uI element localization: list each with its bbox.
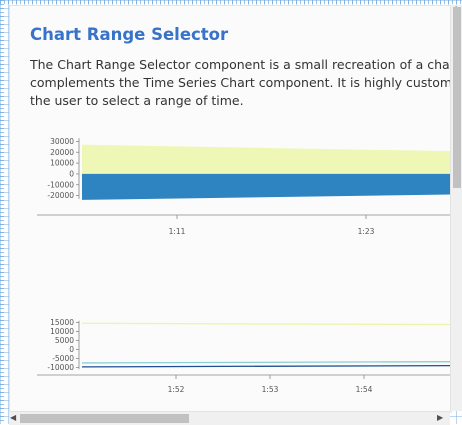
y-tick-label: 15000 [50, 318, 74, 327]
y-tick-label: 20000 [50, 148, 74, 157]
y-tick-label: 0 [69, 345, 74, 354]
line-series-1 [81, 322, 451, 326]
line-series-3 [81, 364, 451, 368]
x-tick-label: 1:23 [358, 227, 375, 236]
left-ruler [0, 0, 4, 424]
top-ruler [0, 0, 462, 4]
y-tick-label: -5000 [52, 354, 74, 363]
y-tick-label: -10000 [47, 180, 74, 189]
scroll-right-icon[interactable]: ▶ [437, 413, 443, 423]
y-tick-label: 30000 [50, 137, 74, 146]
vertical-scrollbar[interactable]: ▲ [450, 4, 462, 411]
page-description: The Chart Range Selector component is a … [30, 57, 452, 108]
area-series-1 [82, 144, 451, 174]
x-tick-label: 1:53 [262, 385, 279, 394]
y-tick-label: -20000 [47, 191, 74, 200]
content-area: Chart Range Selector The Chart Range Sel… [30, 24, 452, 110]
y-tick-label: 10000 [50, 159, 74, 168]
x-tick-label: 1:52 [168, 385, 185, 394]
vertical-scrollbar-thumb[interactable] [453, 7, 461, 188]
y-tick-label: 5000 [55, 336, 74, 345]
y-tick-label: 0 [69, 170, 74, 179]
y-tick-label: 10000 [50, 327, 74, 336]
x-tick-label: 1:11 [169, 227, 186, 236]
range-selector-area-chart[interactable]: 30000 20000 10000 0-10000 -20000 1:11 1:23 [10, 126, 451, 236]
range-selector-line-chart[interactable]: 150001000050000-5000-10000 1:52 1:53 1:54 [10, 311, 451, 401]
horizontal-scrollbar[interactable]: ◀ ▶ [9, 411, 450, 425]
content-panel: Chart Range Selector The Chart Range Sel… [9, 5, 452, 413]
area-series-2 [82, 173, 451, 200]
x-tick-label: 1:54 [356, 385, 373, 394]
line-series-2 [81, 361, 451, 364]
page-title: Chart Range Selector [30, 25, 229, 44]
y-tick-label: -10000 [47, 363, 74, 372]
scroll-left-icon[interactable]: ◀ [10, 413, 16, 423]
horizontal-scrollbar-thumb[interactable] [20, 414, 189, 423]
